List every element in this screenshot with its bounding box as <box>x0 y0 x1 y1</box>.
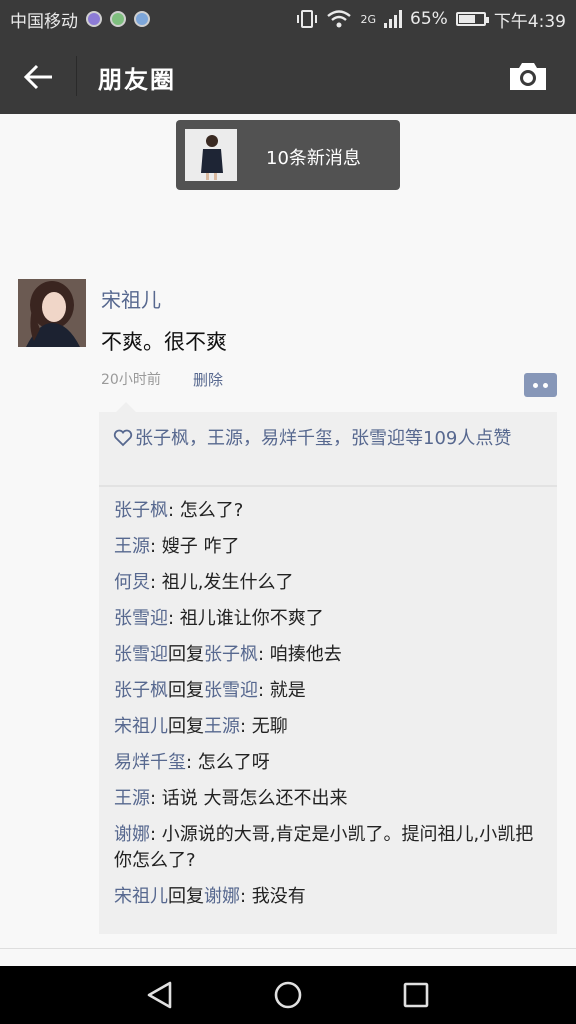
carrier-label: 中国移动 <box>10 11 78 32</box>
post-author-name[interactable]: 宋祖儿 <box>101 284 161 313</box>
commenter-name[interactable]: 张子枫 <box>114 680 168 701</box>
comment-item[interactable]: 张雪迎回复张子枫: 咱揍他去 <box>114 642 544 668</box>
home-circle-icon[interactable] <box>270 977 306 1013</box>
heart-icon <box>113 429 133 447</box>
comment-item[interactable]: 张子枫: 怎么了? <box>114 498 544 524</box>
signal-icon <box>384 10 403 28</box>
delete-link[interactable]: 删除 <box>193 369 223 390</box>
comment-text: : 话说 大哥怎么还不出来 <box>150 788 348 809</box>
comment-item[interactable]: 易烊千玺: 怎么了呀 <box>114 750 544 776</box>
new-messages-button[interactable]: 10条新消息 <box>176 120 400 190</box>
back-triangle-icon[interactable] <box>142 977 178 1013</box>
commenter-name[interactable]: 谢娜 <box>114 824 150 845</box>
comment-action-button[interactable] <box>524 373 557 397</box>
reply-word: 回复 <box>168 680 204 701</box>
reply-target-name[interactable]: 王源 <box>204 716 240 737</box>
divider <box>99 485 557 487</box>
new-messages-label: 10条新消息 <box>266 148 361 169</box>
comment-item[interactable]: 宋祖儿回复王源: 无聊 <box>114 714 544 740</box>
comment-text: : 祖儿谁让你不爽了 <box>168 608 324 629</box>
comment-text: : 就是 <box>258 680 306 701</box>
wifi-icon <box>327 10 352 28</box>
commenter-name[interactable]: 易烊千玺 <box>114 752 186 773</box>
panel-pointer <box>116 402 136 412</box>
comment-text: : 我没有 <box>240 886 306 907</box>
comment-item[interactable]: 何炅: 祖儿,发生什么了 <box>114 570 544 596</box>
commenter-name[interactable]: 张雪迎 <box>114 608 168 629</box>
comment-text: : 嫂子 咋了 <box>150 536 240 557</box>
reply-target-name[interactable]: 谢娜 <box>204 886 240 907</box>
vibrate-icon <box>297 10 318 28</box>
commenter-name[interactable]: 宋祖儿 <box>114 716 168 737</box>
clock: 下午4:39 <box>493 11 566 32</box>
divider <box>0 948 576 949</box>
system-nav-bar <box>0 966 576 1024</box>
comment-item[interactable]: 谢娜: 小源说的大哥,肯定是小凯了。提问祖儿,小凯把你怎么了? <box>114 822 544 874</box>
recent-apps-icon[interactable] <box>398 977 434 1013</box>
app-notification-icon <box>86 11 102 27</box>
comment-text: : 祖儿,发生什么了 <box>150 572 294 593</box>
post-content: 不爽。很不爽 <box>101 330 227 354</box>
reply-word: 回复 <box>168 886 204 907</box>
post-timestamp: 20小时前 <box>101 372 161 388</box>
comment-item[interactable]: 宋祖儿回复谢娜: 我没有 <box>114 884 544 910</box>
commenter-name[interactable]: 张雪迎 <box>114 644 168 665</box>
message-sender-thumbnail <box>185 129 237 181</box>
comment-text: : 怎么了呀 <box>186 752 270 773</box>
camera-icon[interactable] <box>508 60 548 92</box>
battery-icon <box>455 12 489 26</box>
likes-comments-panel: 张子枫，王源，易烊千玺，张雪迎等109人点赞 张子枫: 怎么了? 王源: 嫂子 … <box>99 412 557 934</box>
avatar[interactable] <box>18 279 86 347</box>
comment-item[interactable]: 张子枫回复张雪迎: 就是 <box>114 678 544 704</box>
battery-percent: 65% <box>410 9 448 29</box>
comment-list: 张子枫: 怎么了? 王源: 嫂子 咋了 何炅: 祖儿,发生什么了 张雪迎: 祖儿… <box>114 498 544 920</box>
comment-item[interactable]: 王源: 嫂子 咋了 <box>114 534 544 560</box>
commenter-name[interactable]: 王源 <box>114 788 150 809</box>
reply-word: 回复 <box>168 644 204 665</box>
app-notification-icon <box>134 11 150 27</box>
top-nav-bar: 朋友圈 <box>0 38 576 114</box>
comment-text: : 咱揍他去 <box>258 644 342 665</box>
reply-target-name[interactable]: 张子枫 <box>204 644 258 665</box>
app-notification-icon <box>110 11 126 27</box>
network-type-label: 2G <box>360 12 377 26</box>
commenter-name[interactable]: 宋祖儿 <box>114 886 168 907</box>
comment-text: : 怎么了? <box>168 500 244 521</box>
commenter-name[interactable]: 张子枫 <box>114 500 168 521</box>
back-arrow-icon[interactable] <box>22 60 56 94</box>
likes-row[interactable]: 张子枫，王源，易烊千玺，张雪迎等109人点赞 <box>113 426 547 452</box>
status-bar: 中国移动 2G 65% 下午4:39 <box>0 0 576 38</box>
reply-target-name[interactable]: 张雪迎 <box>204 680 258 701</box>
commenter-name[interactable]: 何炅 <box>114 572 150 593</box>
comment-item[interactable]: 张雪迎: 祖儿谁让你不爽了 <box>114 606 544 632</box>
commenter-name[interactable]: 王源 <box>114 536 150 557</box>
likes-text: 张子枫，王源，易烊千玺，张雪迎等109人点赞 <box>135 428 512 449</box>
reply-word: 回复 <box>168 716 204 737</box>
comment-item[interactable]: 王源: 话说 大哥怎么还不出来 <box>114 786 544 812</box>
comment-text: : 无聊 <box>240 716 288 737</box>
comment-text: : 小源说的大哥,肯定是小凯了。提问祖儿,小凯把你怎么了? <box>114 824 534 871</box>
nav-divider <box>76 56 77 96</box>
page-title: 朋友圈 <box>98 66 176 94</box>
